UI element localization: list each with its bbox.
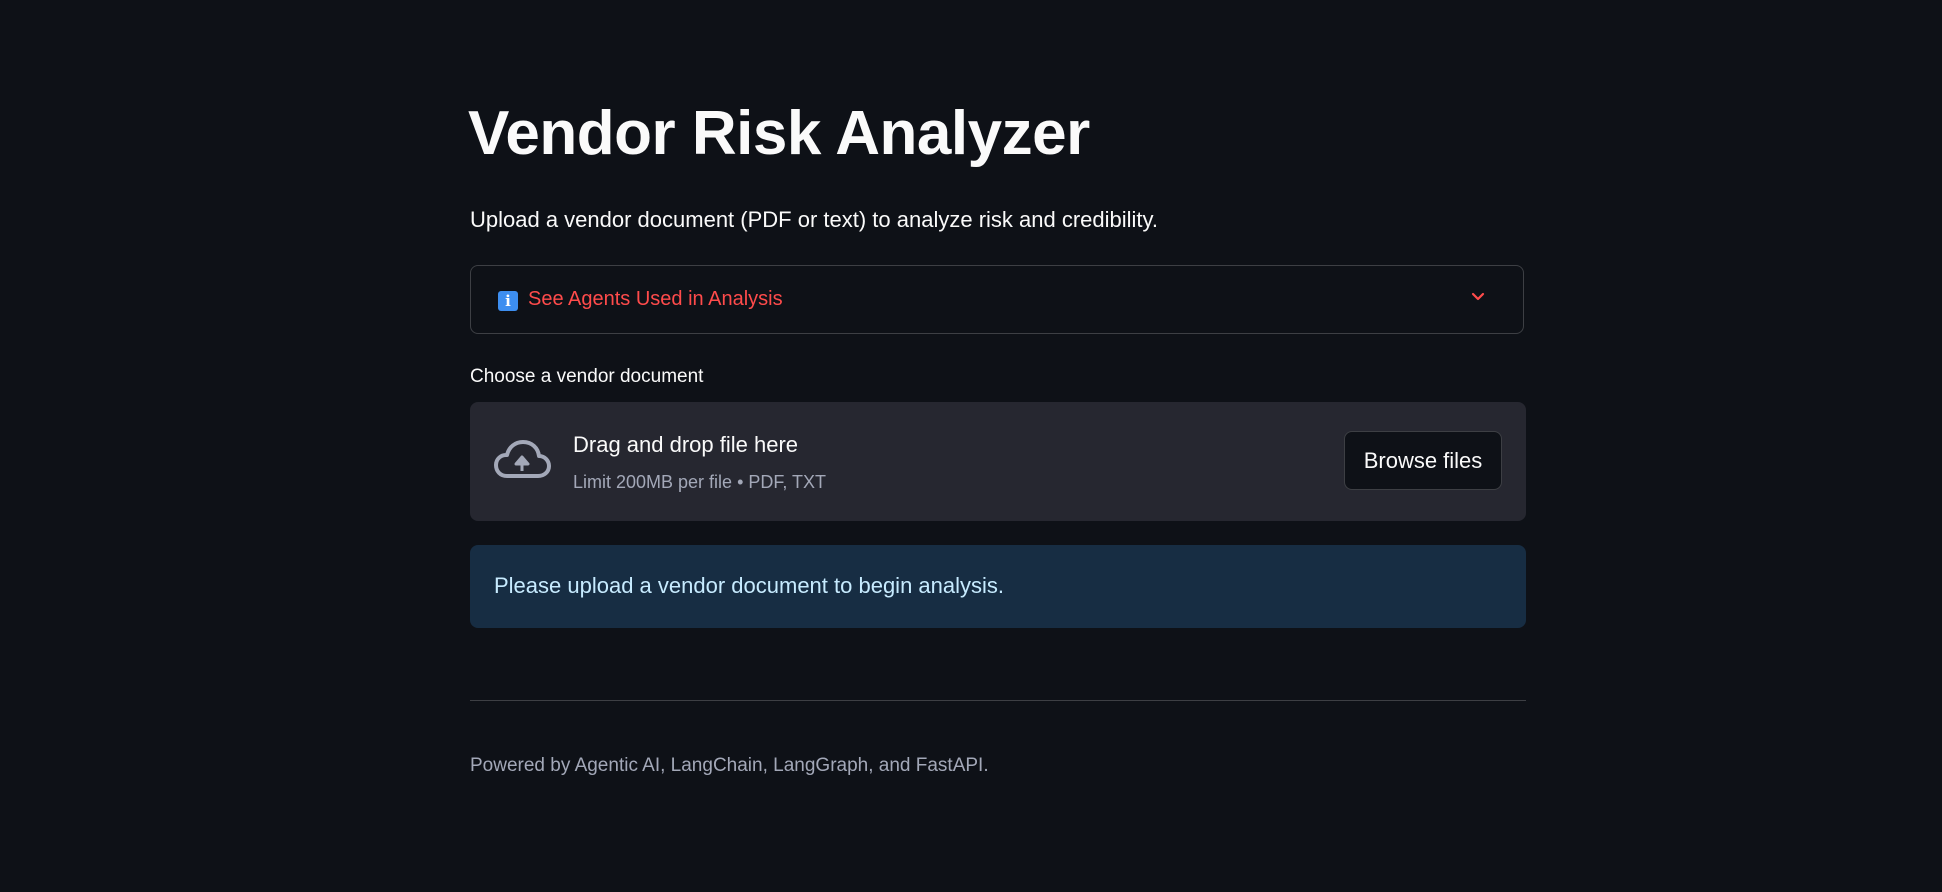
uploader-label: Choose a vendor document bbox=[470, 366, 704, 387]
file-dropzone[interactable]: Drag and drop file here Limit 200MB per … bbox=[470, 402, 1526, 521]
info-icon: i bbox=[498, 291, 518, 311]
expander-label: See Agents Used in Analysis bbox=[528, 288, 783, 310]
divider bbox=[470, 700, 1526, 701]
dropzone-hint: Limit 200MB per file • PDF, TXT bbox=[573, 472, 827, 492]
agents-expander[interactable]: i See Agents Used in Analysis bbox=[470, 265, 1524, 334]
info-alert: Please upload a vendor document to begin… bbox=[470, 545, 1526, 628]
footer-text: Powered by Agentic AI, LangChain, LangGr… bbox=[470, 755, 989, 776]
browse-files-button[interactable]: Browse files bbox=[1344, 431, 1502, 490]
chevron-down-icon[interactable] bbox=[1469, 288, 1487, 306]
page-subtitle: Upload a vendor document (PDF or text) t… bbox=[470, 207, 1159, 232]
dropzone-title: Drag and drop file here bbox=[573, 432, 799, 457]
info-alert-text: Please upload a vendor document to begin… bbox=[494, 573, 1005, 598]
page-title: Vendor Risk Analyzer bbox=[468, 99, 1090, 168]
cloud-upload-icon bbox=[494, 440, 551, 478]
